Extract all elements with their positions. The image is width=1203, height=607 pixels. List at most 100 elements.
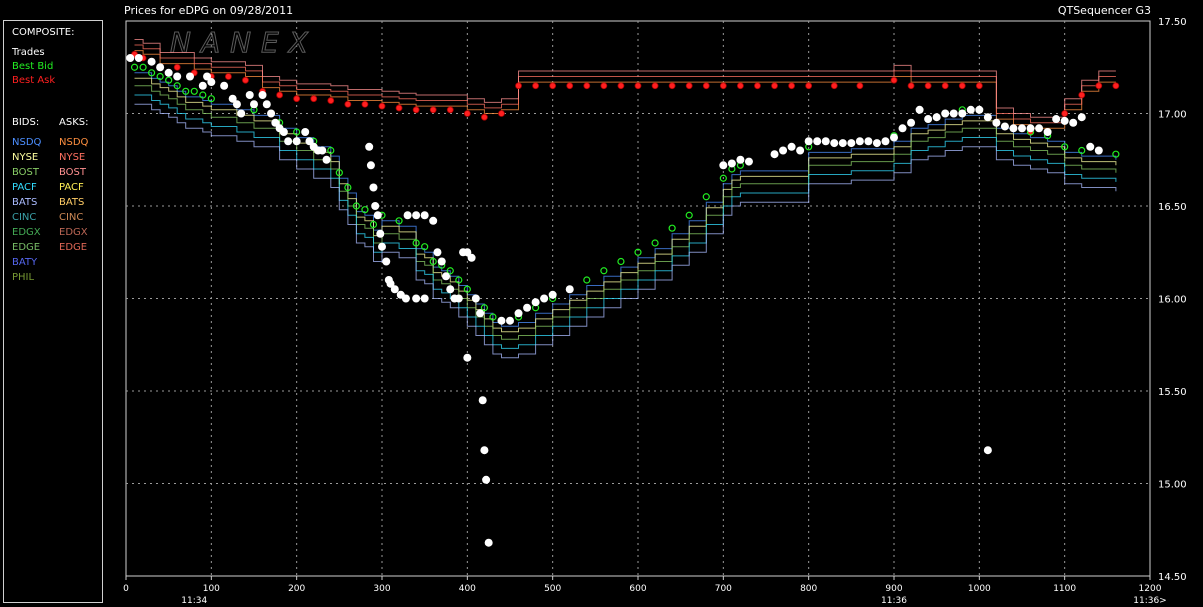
price-chart: NANEX 0 100 200 300 400 500 600 700 800 900 1000 11… [123,17,1187,606]
best-ask-point [600,82,608,90]
best-ask-point [242,76,249,84]
trade-point [454,294,463,303]
trade-point [262,100,271,109]
best-ask-point [617,82,625,90]
trade-point [420,211,429,220]
trade-point [173,72,182,81]
trade-point [881,137,890,146]
best-ask-point [788,82,795,90]
trade-point [482,475,491,484]
trade-point [821,137,830,146]
best-ask-point [634,82,642,90]
best-ask-point [515,82,522,90]
best-ask-point [327,97,335,104]
trade-point [366,161,375,170]
trade-point [134,54,143,62]
best-ask-point [924,82,932,90]
best-ask-point [719,82,727,90]
trade-point [429,216,438,225]
trade-point [258,91,267,99]
trade-point [476,309,485,318]
best-ask-point [498,110,505,117]
trade-point [838,139,847,148]
trade-point [983,446,992,455]
trade-point [390,285,399,294]
best-ask-point [771,82,778,90]
trade-point [1035,124,1044,133]
x-time-label: 11:36> [1133,596,1166,606]
trade-point [412,211,421,220]
trade-point [796,146,805,155]
best-ask-point [651,82,659,90]
trade-point [480,446,489,455]
trade-point [855,137,864,146]
trade-point [237,109,246,118]
trade-point [975,105,984,114]
trade-point [907,118,916,127]
x-tick-label: 1100 [1053,584,1076,594]
trade-point [958,109,967,118]
best-ask-point [480,113,488,121]
best-ask-point [344,100,352,108]
trade-point [420,294,429,303]
trade-point [207,78,216,87]
trade-point [467,253,476,262]
trade-point [744,157,753,166]
best-ask-point [1078,91,1086,99]
trade-point [949,109,958,118]
trade-point [245,91,254,99]
best-ask-point [378,102,386,110]
trade-point [872,139,881,148]
trade-point [403,211,412,220]
best-ask-point [668,82,676,90]
trade-point [1094,146,1103,155]
best-ask-point [549,82,557,90]
trade-point [369,183,378,192]
trade-point [382,257,391,266]
best-ask-point [224,73,232,80]
trade-point [232,100,241,109]
trade-point [147,57,156,66]
best-ask-point [941,82,949,90]
trade-point [156,63,165,72]
trade-point [804,137,813,146]
trade-point [1086,142,1095,151]
best-ask-point [975,82,983,90]
best-ask-point [737,82,744,90]
trade-point [284,137,293,146]
best-ask-point [805,82,813,90]
trade-point [471,294,480,303]
trade-point [484,538,493,547]
trade-point [847,139,856,148]
trade-point [523,303,532,312]
trade-point [437,257,446,266]
best-ask-point [293,95,301,103]
trade-point [548,290,557,299]
trade-point [1018,124,1026,133]
trade-point [279,128,288,136]
x-tick-label: 200 [288,584,305,594]
x-tick-label: 0 [123,584,129,594]
best-ask-point [1112,82,1120,90]
best-ask-point [429,106,437,114]
x-tick-label: 500 [544,584,561,594]
watermark: NANEX [170,26,318,59]
trade-point [373,211,382,220]
trade-point [565,285,574,294]
trade-point [433,248,442,257]
x-tick-label: 300 [373,584,390,594]
y-tick-label: 17.50 [1158,17,1187,28]
best-ask-point [566,82,574,90]
x-tick-label: 400 [459,584,476,594]
best-ask-point [395,104,403,112]
trade-point [463,353,472,362]
best-ask-point [958,82,966,90]
x-tick-label: 800 [800,584,817,594]
trade-point [1052,115,1061,124]
trade-point [864,137,873,146]
best-ask-point [702,82,710,90]
trade-point [898,124,907,133]
trade-point [787,142,796,151]
trade-point [941,109,950,118]
best-ask-point [1095,82,1103,90]
